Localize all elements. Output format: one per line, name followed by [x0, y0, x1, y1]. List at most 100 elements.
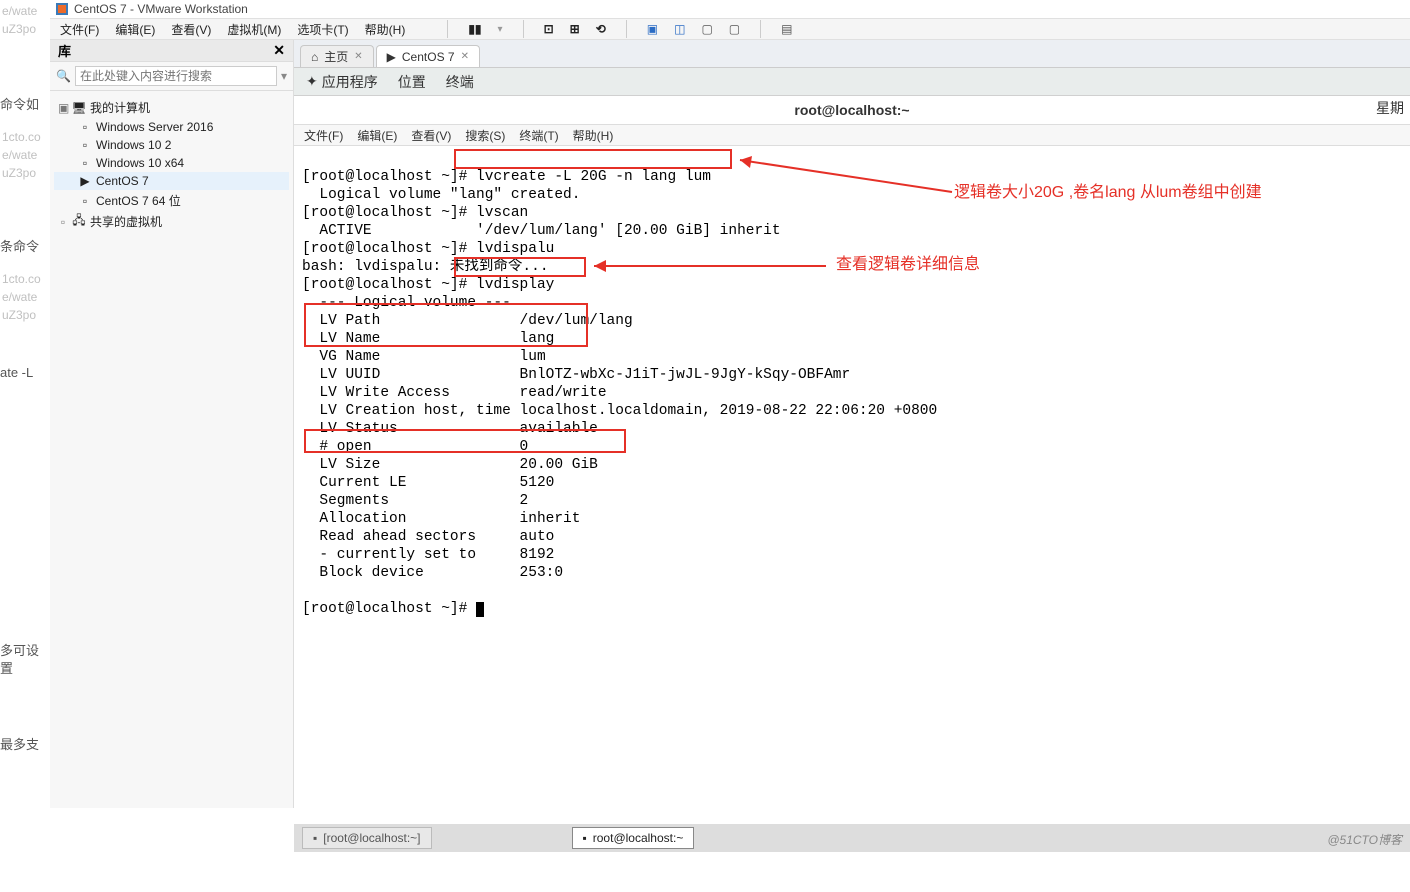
- expand-icon[interactable]: ▫: [58, 215, 68, 229]
- close-icon[interactable]: ✕: [461, 51, 469, 62]
- taskbar-app-inactive[interactable]: ▪ [root@localhost:~]: [302, 827, 432, 849]
- term-line: Allocation inherit: [302, 511, 580, 527]
- term-menu-file[interactable]: 文件(F): [304, 127, 343, 144]
- term-line: --- Logical volume ---: [302, 295, 511, 311]
- term-line: - currently set to 8192: [302, 547, 554, 563]
- library-tree: ▣ 🖥 我的计算机 ▫ Windows Server 2016 ▫ Window…: [50, 91, 293, 808]
- pause-icon[interactable]: ▮▮: [468, 22, 481, 36]
- term-menu-view[interactable]: 查看(V): [411, 127, 451, 144]
- term-line: Current LE 5120: [302, 475, 554, 491]
- vm-icon: ▫: [78, 138, 92, 152]
- term-line: LV Creation host, time localhost.localdo…: [302, 403, 937, 419]
- collapse-icon[interactable]: ▣: [58, 101, 68, 115]
- watermark: @51CTO博客: [1327, 831, 1402, 848]
- vmware-icon: [56, 3, 68, 15]
- gnome-terminal-label: 终端: [446, 72, 474, 92]
- library-icon[interactable]: ▤: [781, 22, 792, 36]
- tab-label: CentOS 7: [402, 50, 455, 64]
- term-menu-search[interactable]: 搜索(S): [465, 127, 505, 144]
- annotation-text-top: 逻辑卷大小20G ,卷名lang 从lum卷组中创建: [954, 184, 1262, 202]
- gutter-line: 1cto.co: [0, 128, 50, 146]
- snapshot-icon[interactable]: ⊡: [544, 22, 554, 36]
- tree-label: Windows 10 x64: [96, 156, 184, 170]
- gutter-line: e/wate: [0, 146, 50, 164]
- annotation-text-mid: 查看逻辑卷详细信息: [836, 256, 980, 274]
- annotation-arrow-mid: [586, 256, 836, 276]
- term-line: LV UUID BnlOTZ-wbXc-J1iT-jwJL-9JgY-kSqy-…: [302, 367, 850, 383]
- term-menu-edit[interactable]: 编辑(E): [357, 127, 397, 144]
- menu-vm[interactable]: 虚拟机(M): [227, 21, 281, 38]
- gutter-heading: 条命令: [0, 238, 50, 256]
- terminal-menubar: 文件(F) 编辑(E) 查看(V) 搜索(S) 终端(T) 帮助(H): [294, 124, 1410, 146]
- tab-home[interactable]: ⌂ 主页 ✕: [300, 45, 374, 67]
- gnome-terminal-app[interactable]: 终端: [446, 72, 474, 92]
- term-line: [root@localhost ~]# lvdispalu: [302, 241, 554, 257]
- taskbar-app-active[interactable]: ▪ root@localhost:~: [572, 827, 695, 849]
- gnome-apps-label: 应用程序: [322, 72, 378, 92]
- tree-label: Windows Server 2016: [96, 120, 213, 134]
- search-dropdown-icon[interactable]: ▾: [281, 69, 287, 83]
- tree-vm-item[interactable]: ▫ Windows Server 2016: [54, 118, 289, 136]
- vm-icon: ▫: [78, 120, 92, 134]
- term-line: LV Name lang: [302, 331, 554, 347]
- term-line: [root@localhost ~]: [302, 277, 459, 293]
- fullscreen-icon[interactable]: ▣: [647, 22, 658, 36]
- snapshot-manager-icon[interactable]: ⊞: [570, 22, 580, 36]
- menu-tabs[interactable]: 选项卡(T): [297, 21, 348, 38]
- tree-label: CentOS 7 64 位: [96, 192, 181, 209]
- view-icon2[interactable]: ▢: [729, 22, 740, 36]
- annotation-box-lvcreate: [454, 149, 732, 169]
- term-line: LV Size 20.00 GiB: [302, 457, 598, 473]
- term-menu-terminal[interactable]: 终端(T): [519, 127, 558, 144]
- tree-label: 共享的虚拟机: [90, 213, 162, 230]
- view-icon1[interactable]: ▢: [701, 22, 712, 36]
- unity-icon[interactable]: ◫: [674, 22, 685, 36]
- sidebar-title: 库: [58, 41, 71, 60]
- term-line: Segments 2: [302, 493, 528, 509]
- menu-file[interactable]: 文件(F): [60, 21, 99, 38]
- gnome-places-label: 位置: [398, 72, 426, 92]
- terminal-window-title: root@localhost:~: [294, 96, 1410, 124]
- vm-running-icon: ▶: [387, 50, 396, 64]
- terminal-output[interactable]: [root@localhost ~] # lvcreate -L 20G -n l…: [294, 146, 1410, 892]
- taskbar-label: root@localhost:~: [593, 831, 684, 845]
- tree-my-computer[interactable]: ▣ 🖥 我的计算机: [54, 97, 289, 118]
- menu-help[interactable]: 帮助(H): [365, 21, 406, 38]
- revert-icon[interactable]: ⟲: [596, 22, 606, 36]
- term-line: Read ahead sectors auto: [302, 529, 554, 545]
- menu-edit[interactable]: 编辑(E): [115, 21, 155, 38]
- term-line: # lvcreate -L 20G -n lang lum: [459, 169, 711, 185]
- term-line: # lvdisplay: [459, 277, 555, 293]
- library-sidebar: 库 ✕ 🔍 ▾ ▣ 🖥 我的计算机 ▫ Windows Server 2016: [50, 40, 294, 808]
- dropdown-icon[interactable]: ▾: [498, 24, 503, 35]
- tree-label: Windows 10 2: [96, 138, 171, 152]
- library-search-input[interactable]: [75, 66, 277, 86]
- term-line: LV Path /dev/lum/lang: [302, 313, 633, 329]
- term-line: bash: lvdispalu: 未找到命令...: [302, 259, 549, 275]
- computer-icon: 🖥: [72, 101, 86, 115]
- tree-vm-item[interactable]: ▫ CentOS 7 64 位: [54, 190, 289, 211]
- sidebar-header: 库 ✕: [50, 40, 293, 62]
- gnome-applications[interactable]: ✦ 应用程序: [306, 72, 378, 92]
- sidebar-close-icon[interactable]: ✕: [273, 42, 285, 59]
- gutter-line: uZ3po: [0, 164, 50, 182]
- tree-vm-item[interactable]: ▫ Windows 10 x64: [54, 154, 289, 172]
- gutter-line: uZ3po: [0, 20, 50, 38]
- menu-view[interactable]: 查看(V): [171, 21, 211, 38]
- close-icon[interactable]: ✕: [354, 51, 362, 62]
- gnome-top-bar: ✦ 应用程序 位置 终端: [294, 68, 1410, 96]
- shared-icon: 🖧: [72, 215, 86, 229]
- tree-vm-item-selected[interactable]: ▶ CentOS 7: [54, 172, 289, 190]
- term-line: [root@localhost ~]# lvscan: [302, 205, 528, 221]
- gnome-places[interactable]: 位置: [398, 72, 426, 92]
- vm-icon: ▫: [78, 156, 92, 170]
- term-line: LV Status available: [302, 421, 598, 437]
- term-line: Logical volume "lang" created.: [302, 187, 580, 203]
- tree-vm-item[interactable]: ▫ Windows 10 2: [54, 136, 289, 154]
- gutter-line: e/wate: [0, 288, 50, 306]
- tree-shared-vms[interactable]: ▫ 🖧 共享的虚拟机: [54, 211, 289, 232]
- term-line: VG Name lum: [302, 349, 546, 365]
- annotation-arrow-top: [732, 154, 962, 204]
- term-menu-help[interactable]: 帮助(H): [573, 127, 614, 144]
- tab-centos7[interactable]: ▶ CentOS 7 ✕: [376, 45, 480, 67]
